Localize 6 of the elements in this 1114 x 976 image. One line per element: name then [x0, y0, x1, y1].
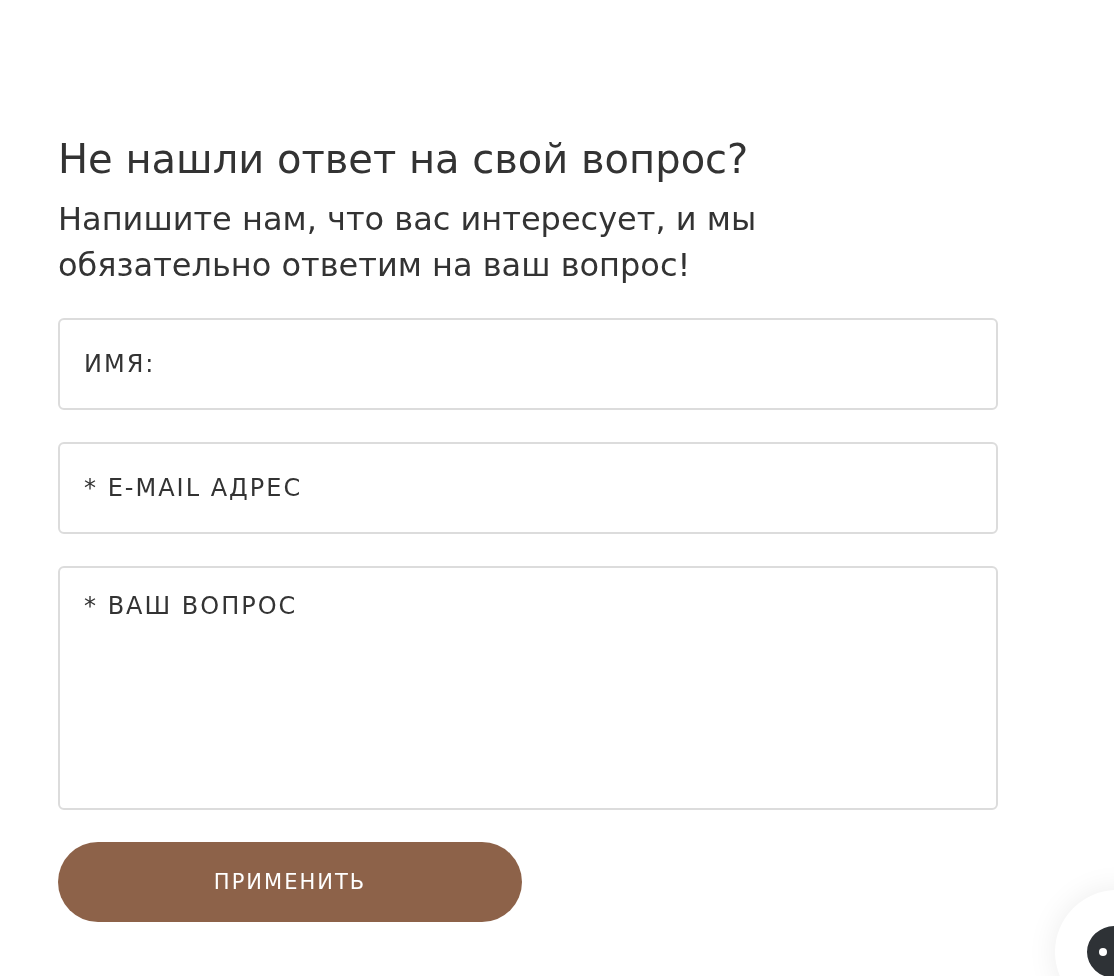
form-subtitle: Напишите нам, что вас интересует, и мы обязательно ответим на ваш вопрос!	[58, 199, 758, 286]
form-heading: Не нашли ответ на свой вопрос?	[58, 135, 750, 184]
input-field[interactable]: ИМЯ:	[58, 318, 998, 410]
submit-button[interactable]: ПРИМЕНИТЬ	[58, 842, 522, 922]
input-field[interactable]: * E-MAIL АДРЕС	[58, 442, 998, 534]
question-field[interactable]: * ВАШ ВОПРОС	[58, 566, 998, 810]
